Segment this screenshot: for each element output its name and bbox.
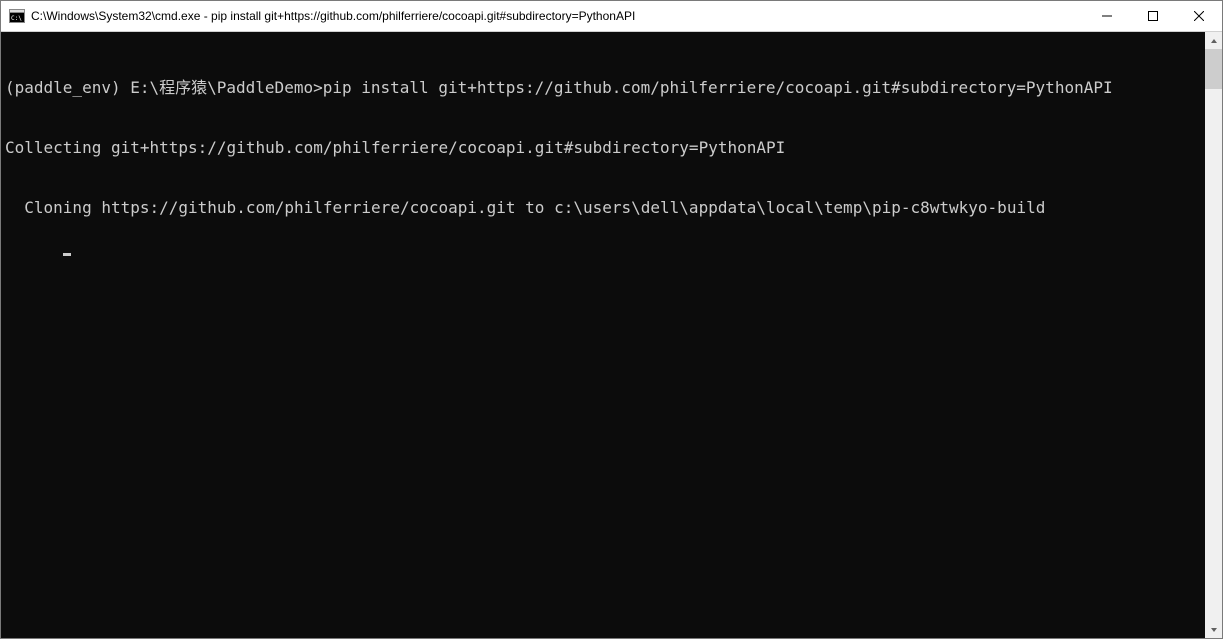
scroll-down-button[interactable]: [1205, 621, 1222, 638]
scroll-up-button[interactable]: [1205, 32, 1222, 49]
window-controls: [1084, 1, 1222, 31]
cmd-window: C:\ C:\Windows\System32\cmd.exe - pip in…: [0, 0, 1223, 639]
scroll-thumb[interactable]: [1205, 49, 1222, 89]
content-area: (paddle_env) E:\程序猿\PaddleDemo>pip insta…: [1, 32, 1222, 638]
terminal-line: (paddle_env) E:\程序猿\PaddleDemo>pip insta…: [5, 78, 1201, 98]
close-button[interactable]: [1176, 1, 1222, 31]
window-title: C:\Windows\System32\cmd.exe - pip instal…: [31, 9, 1084, 23]
terminal-output[interactable]: (paddle_env) E:\程序猿\PaddleDemo>pip insta…: [1, 32, 1205, 638]
titlebar[interactable]: C:\ C:\Windows\System32\cmd.exe - pip in…: [1, 1, 1222, 32]
vertical-scrollbar[interactable]: [1205, 32, 1222, 638]
terminal-line: Collecting git+https://github.com/philfe…: [5, 138, 1201, 158]
minimize-button[interactable]: [1084, 1, 1130, 31]
maximize-button[interactable]: [1130, 1, 1176, 31]
cmd-icon: C:\: [9, 8, 25, 24]
scroll-track[interactable]: [1205, 49, 1222, 621]
terminal-cursor: [63, 253, 71, 256]
terminal-line: Cloning https://github.com/philferriere/…: [5, 198, 1201, 218]
svg-text:C:\: C:\: [11, 15, 22, 22]
